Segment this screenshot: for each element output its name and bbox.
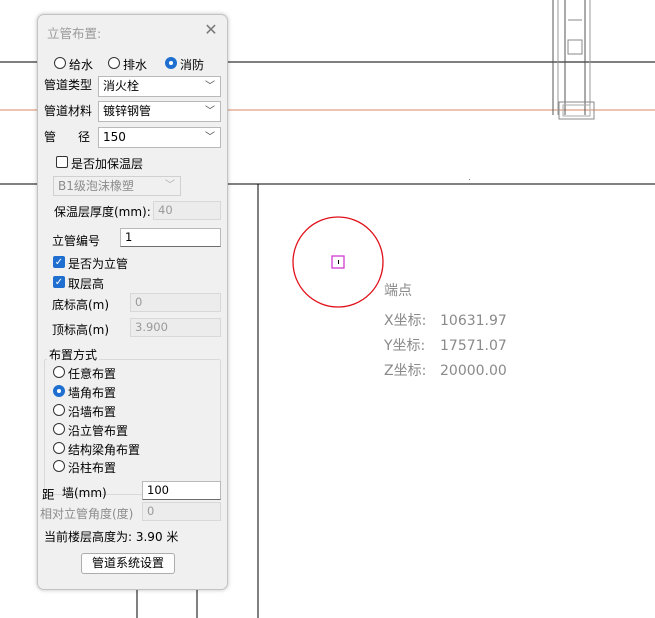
z-coordinate-row: Z坐标: 20000.00 xyxy=(384,360,507,380)
relative-angle-input[interactable]: 0 xyxy=(142,502,221,521)
radio-button xyxy=(108,57,120,69)
diameter-label-right: 径 xyxy=(78,130,91,144)
insulation-thickness-input[interactable]: 40 xyxy=(153,201,221,220)
radio-button xyxy=(53,404,65,416)
chevron-down-icon: ﹀ xyxy=(165,180,175,191)
pipe-material-value: 镀锌钢管 xyxy=(103,104,152,118)
close-button[interactable]: ✕ xyxy=(202,21,220,39)
radio-fire-protection[interactable]: 消防 xyxy=(165,56,225,72)
radio-button xyxy=(54,57,66,69)
is-riser-checkbox[interactable]: ✓ 是否为立管 xyxy=(53,255,163,271)
riser-number-input[interactable]: 1 xyxy=(120,228,221,247)
insulation-checkbox[interactable]: 是否加保温层 xyxy=(56,155,176,171)
radio-button xyxy=(53,442,65,454)
radio-label: 沿柱布置 xyxy=(68,461,117,475)
radio-button-selected xyxy=(53,385,65,397)
chevron-down-icon: ﹀ xyxy=(205,132,215,143)
radio-button xyxy=(53,423,65,435)
radio-layout-any[interactable]: 任意布置 xyxy=(53,365,173,381)
y-coordinate-value: 17571.07 xyxy=(440,338,507,354)
checkbox-box xyxy=(56,156,68,168)
top-elevation-label: 顶标高(m) xyxy=(52,323,110,337)
pipe-type-select[interactable]: 消火栓 ﹀ xyxy=(98,76,221,97)
chevron-down-icon: ﹀ xyxy=(205,106,215,117)
close-icon: ✕ xyxy=(204,20,218,39)
chevron-down-icon: ﹀ xyxy=(205,81,215,92)
radio-water-supply[interactable]: 给水 xyxy=(54,56,114,72)
radio-button xyxy=(53,460,65,472)
radio-drainage[interactable]: 排水 xyxy=(108,56,168,72)
radio-layout-along-riser[interactable]: 沿立管布置 xyxy=(53,422,173,438)
insulation-thickness-label: 保温层厚度(mm): xyxy=(54,205,151,219)
use-floor-height-checkbox[interactable]: ✓ 取层高 xyxy=(53,275,163,291)
pipe-type-value: 消火栓 xyxy=(103,79,140,93)
pipe-system-settings-button[interactable]: 管道系统设置 xyxy=(81,553,175,574)
checkmark-icon: ✓ xyxy=(53,256,65,268)
insulation-checkbox-label: 是否加保温层 xyxy=(71,157,144,171)
radio-layout-wall-corner[interactable]: 墙角布置 xyxy=(53,384,173,400)
radio-label: 墙角布置 xyxy=(68,386,117,400)
checkmark-icon: ✓ xyxy=(53,276,65,288)
relative-angle-label: 相对立管角度(度) xyxy=(40,507,134,521)
dialog-title: 立管布置: xyxy=(47,26,102,41)
floor-height-status: 当前楼层高度为: 3.90 米 xyxy=(44,530,179,544)
riser-number-label: 立管编号 xyxy=(52,234,101,248)
insulation-material-select[interactable]: B1级泡沫橡塑 ﹀ xyxy=(53,176,181,196)
x-coordinate-label: X坐标: xyxy=(384,313,427,329)
radio-layout-along-wall[interactable]: 沿墙布置 xyxy=(53,403,173,419)
x-coordinate-row: X坐标: 10631.97 xyxy=(384,310,507,330)
bottom-elevation-label: 底标高(m) xyxy=(52,298,110,312)
pipe-type-label: 管道类型 xyxy=(44,78,93,92)
radio-label: 结构梁角布置 xyxy=(68,443,141,457)
layout-mode-title: 布置方式 xyxy=(47,346,100,363)
riser-placement-dialog: 立管布置: ✕ 给水 排水 消防 管道类型 消火栓 ﹀ 管道材料 镀锌钢管 ﹀ … xyxy=(37,14,228,590)
top-elevation-input[interactable]: 3.900 xyxy=(130,318,221,337)
radio-label: 沿立管布置 xyxy=(68,424,129,438)
is-riser-label: 是否为立管 xyxy=(68,257,129,271)
y-coordinate-row: Y坐标: 17571.07 xyxy=(384,335,507,355)
cad-column-detail xyxy=(552,0,595,120)
radio-layout-beam-corner[interactable]: 结构梁角布置 xyxy=(53,441,193,457)
radio-label: 任意布置 xyxy=(68,367,117,381)
wall-distance-label-right: 墙(mm) xyxy=(62,486,107,500)
radio-label: 消防 xyxy=(180,58,205,72)
wall-distance-label-left: 距 xyxy=(42,487,55,502)
pipe-material-select[interactable]: 镀锌钢管 ﹀ xyxy=(98,101,221,122)
use-floor-height-label: 取层高 xyxy=(68,277,105,291)
x-coordinate-value: 10631.97 xyxy=(440,313,507,329)
diameter-label-left: 管 xyxy=(44,130,57,144)
z-coordinate-value: 20000.00 xyxy=(440,363,507,379)
y-coordinate-label: Y坐标: xyxy=(384,338,426,354)
pipe-material-label: 管道材料 xyxy=(44,104,93,118)
radio-button xyxy=(53,366,65,378)
cad-dot xyxy=(469,179,470,180)
diameter-value: 150 xyxy=(103,130,126,144)
insulation-material-value: B1级泡沫橡塑 xyxy=(58,179,134,193)
radio-label: 排水 xyxy=(123,58,148,72)
radio-label: 沿墙布置 xyxy=(68,405,117,419)
radio-label: 给水 xyxy=(69,58,94,72)
diameter-select[interactable]: 150 ﹀ xyxy=(98,127,221,148)
wall-distance-input[interactable]: 100 xyxy=(142,481,221,500)
bottom-elevation-input[interactable]: 0 xyxy=(130,293,221,312)
radio-button-selected xyxy=(165,57,177,69)
radio-layout-along-column[interactable]: 沿柱布置 xyxy=(53,459,173,475)
snap-type-label: 端点 xyxy=(384,283,412,299)
z-coordinate-label: Z坐标: xyxy=(384,363,427,379)
